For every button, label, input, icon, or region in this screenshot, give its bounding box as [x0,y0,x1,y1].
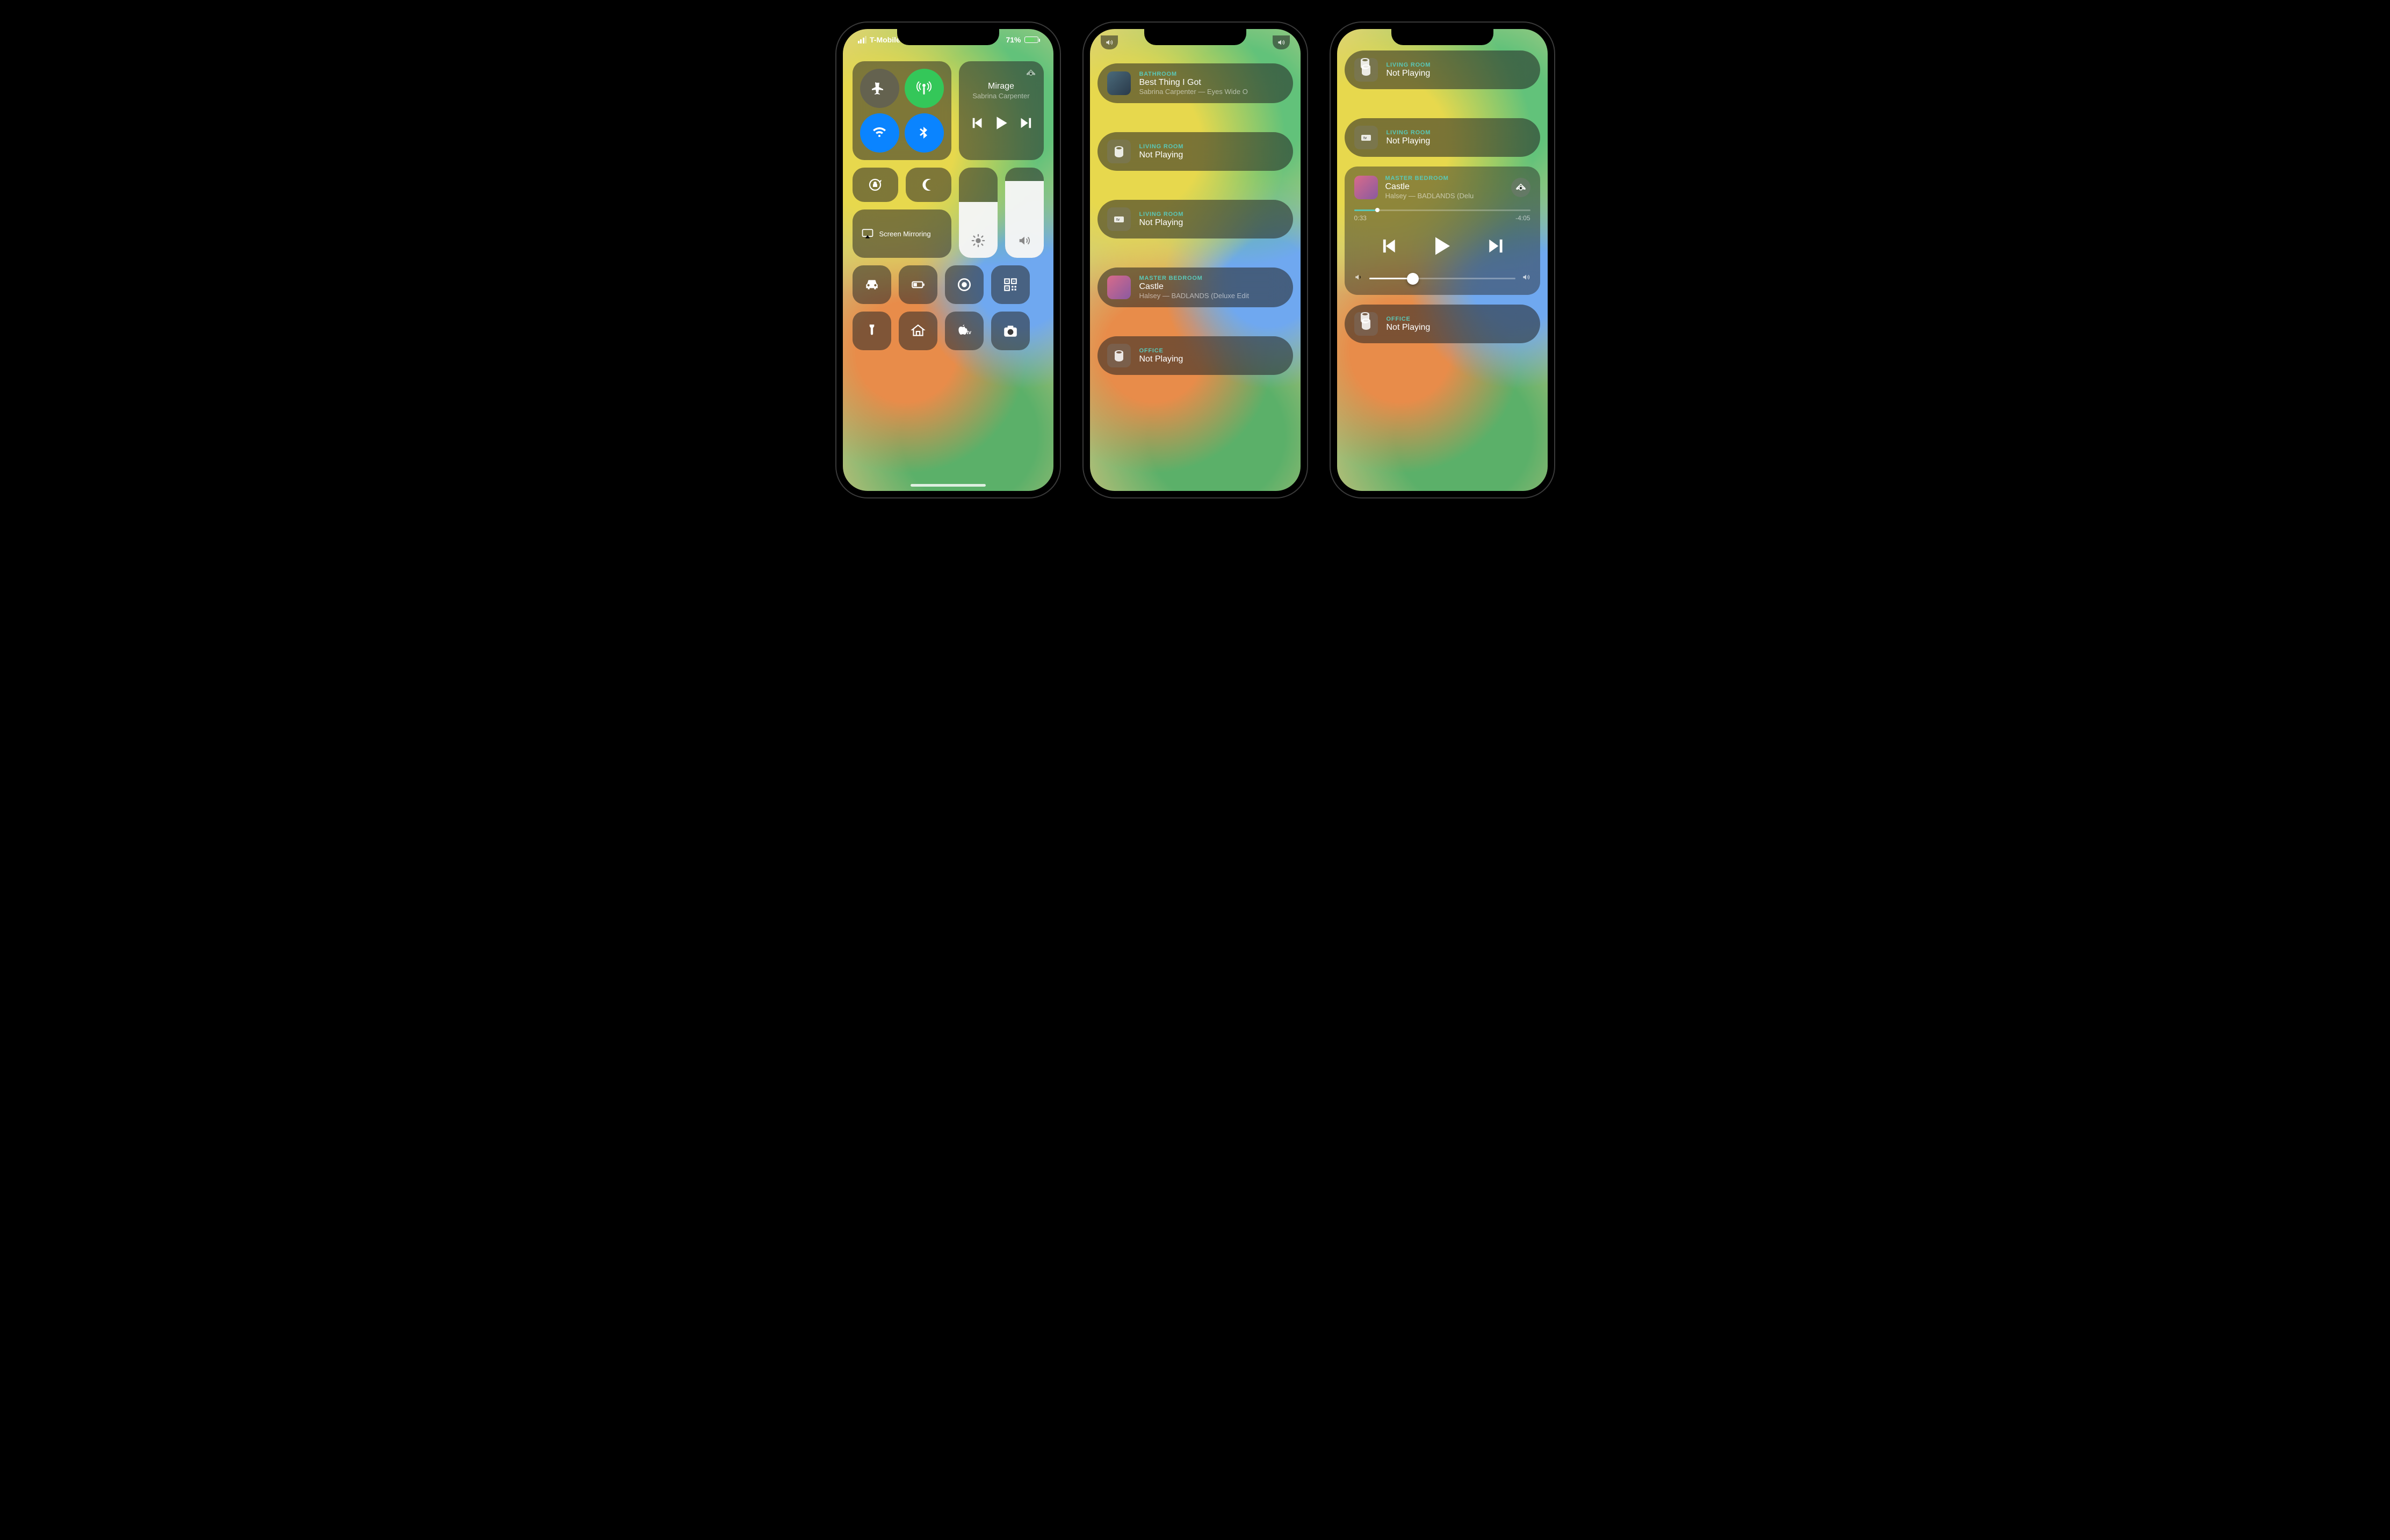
wifi-toggle[interactable] [860,113,899,153]
airplay-target-row[interactable]: LIVING ROOMNot Playing [1097,132,1293,171]
low-power-button[interactable] [899,265,937,304]
screen-airplay-expanded: LIVING ROOMNot PlayingLIVING ROOMNot Pla… [1337,29,1548,491]
bluetooth-toggle[interactable] [905,113,944,153]
screen-control-center: T-Mobile Wi-Fi 71% Mirage Sabrina Carpen… [843,29,1053,491]
airplay-icon[interactable] [1026,68,1036,81]
album-art [1107,71,1131,95]
airplay-target-row[interactable]: OFFICENot Playing [1097,336,1293,375]
next-button[interactable] [1485,237,1504,258]
airplay-row-title: Castle [1139,282,1283,292]
airplay-target-row[interactable]: BATHROOMBest Thing I GotSabrina Carpente… [1097,63,1293,103]
airplane-toggle[interactable] [860,69,899,108]
airplay-row-location: BATHROOM [1139,71,1283,77]
orientation-lock-button[interactable] [853,168,898,202]
airplay-row-subtitle: Halsey — BADLANDS (Deluxe Edit [1139,292,1283,300]
homepod-icon [1107,344,1131,367]
volume-high-icon [1522,273,1530,284]
play-button[interactable] [1431,235,1453,260]
notch [897,29,999,45]
appletv-icon [1107,207,1131,231]
time-elapsed: 0:33 [1354,214,1367,222]
now-playing-artist: Sabrina Carpenter [966,92,1036,100]
prev-button[interactable] [1381,237,1399,258]
airplay-picker-button[interactable] [1511,178,1530,197]
time-remaining: -4:05 [1515,214,1530,222]
notch [1144,29,1246,45]
screen-mirroring-label: Screen Mirroring [879,230,931,238]
driving-mode-button[interactable] [853,265,891,304]
volume-icon [1017,234,1031,250]
do-not-disturb-button[interactable] [906,168,951,202]
airplay-row-title: Not Playing [1139,150,1283,160]
battery-icon [1024,37,1038,43]
phone-1: T-Mobile Wi-Fi 71% Mirage Sabrina Carpen… [835,21,1061,498]
screen-record-button[interactable] [945,265,984,304]
notch [1391,29,1493,45]
brightness-slider[interactable] [959,168,998,258]
album-art [1354,176,1378,199]
airplay-row-title: Not Playing [1387,323,1530,332]
connectivity-tile[interactable] [853,61,951,160]
volume-low-icon [1354,273,1363,284]
volume-slider[interactable] [1369,278,1515,279]
airplay-row-title: Not Playing [1139,218,1283,228]
now-playing-tile[interactable]: Mirage Sabrina Carpenter [959,61,1044,160]
volume-peek-right[interactable] [1273,35,1290,49]
next-button[interactable] [1018,116,1032,133]
airplay-row-subtitle: Sabrina Carpenter — Eyes Wide O [1139,88,1283,96]
home-indicator[interactable] [911,484,986,487]
apple-tv-remote-button[interactable] [945,312,984,350]
cellular-toggle[interactable] [905,69,944,108]
phone-2: BATHROOMBest Thing I GotSabrina Carpente… [1082,21,1308,498]
player-subtitle: Halsey — BADLANDS (Delu [1385,192,1504,200]
phone-3: LIVING ROOMNot PlayingLIVING ROOMNot Pla… [1330,21,1555,498]
camera-button[interactable] [991,312,1030,350]
prev-button[interactable] [971,116,985,133]
now-playing-title: Mirage [966,82,1036,91]
homepod-pair-icon [1354,58,1378,82]
airplay-row-location: LIVING ROOM [1139,143,1283,150]
airplay-row-location: LIVING ROOM [1387,129,1530,136]
volume-peek-left[interactable] [1101,35,1118,49]
screen-airplay-list: BATHROOMBest Thing I GotSabrina Carpente… [1090,29,1301,491]
homepod-pair-icon [1354,312,1378,336]
flashlight-button[interactable] [853,312,891,350]
airplay-target-row[interactable]: LIVING ROOMNot Playing [1345,50,1540,89]
screen-mirroring-icon [861,227,874,240]
screen-mirroring-button[interactable]: Screen Mirroring [853,209,951,258]
airplay-row-location: OFFICE [1387,316,1530,322]
airplay-row-location: LIVING ROOM [1387,62,1530,68]
expanded-player[interactable]: MASTER BEDROOM Castle Halsey — BADLANDS … [1345,167,1540,295]
airplay-target-row[interactable]: MASTER BEDROOMCastleHalsey — BADLANDS (D… [1097,267,1293,307]
airplay-row-title: Not Playing [1387,136,1530,146]
player-location: MASTER BEDROOM [1385,175,1504,182]
volume-slider[interactable] [1005,168,1044,258]
airplay-target-row[interactable]: LIVING ROOMNot Playing [1097,200,1293,238]
player-title: Castle [1385,182,1504,192]
airplay-row-location: LIVING ROOM [1139,211,1283,218]
airplay-target-row[interactable]: LIVING ROOMNot Playing [1345,118,1540,157]
album-art [1107,276,1131,299]
home-button[interactable] [899,312,937,350]
airplay-row-title: Not Playing [1139,355,1283,364]
progress-bar[interactable] [1354,209,1530,211]
play-button[interactable] [993,115,1009,134]
airplay-row-location: MASTER BEDROOM [1139,275,1283,281]
homepod-icon [1107,140,1131,163]
brightness-icon [971,234,985,250]
airplay-target-row[interactable]: OFFICENot Playing [1345,305,1540,343]
appletv-icon [1354,126,1378,149]
qr-scan-button[interactable] [991,265,1030,304]
airplay-row-title: Not Playing [1387,69,1530,78]
airplay-row-title: Best Thing I Got [1139,78,1283,88]
battery-percent: 71% [1006,35,1021,44]
cellular-signal-icon [858,36,867,44]
airplay-row-location: OFFICE [1139,348,1283,354]
